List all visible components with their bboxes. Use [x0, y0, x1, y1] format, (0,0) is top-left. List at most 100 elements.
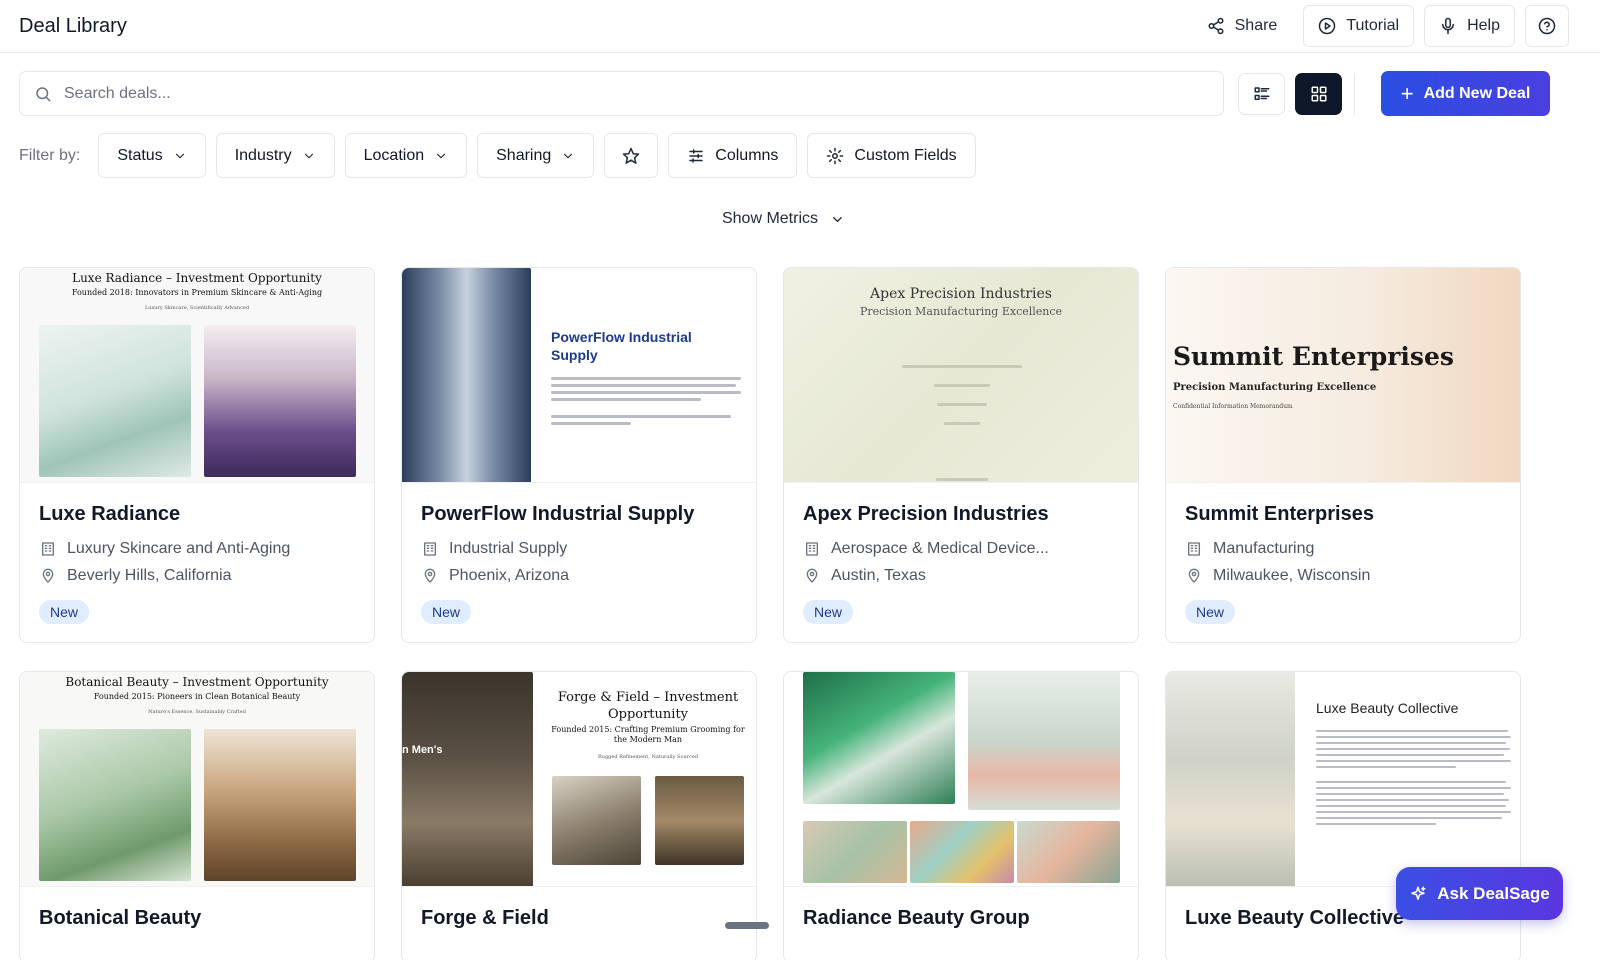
- industry-filter[interactable]: Industry: [215, 133, 335, 178]
- map-pin-icon: [39, 567, 57, 585]
- deal-location: Beverly Hills, California: [39, 567, 355, 585]
- custom-fields-button[interactable]: Custom Fields: [807, 133, 976, 178]
- question-button[interactable]: [1525, 5, 1569, 47]
- chevron-down-icon: [434, 149, 448, 163]
- share-button[interactable]: Share: [1191, 5, 1294, 47]
- bottles-image: [1166, 672, 1295, 886]
- lab-image: [39, 325, 191, 477]
- sparkle-icon: [1409, 885, 1427, 903]
- thumbnail-subtitle: Precision Manufacturing Excellence: [859, 305, 1063, 318]
- deal-name: Radiance Beauty Group: [803, 907, 1030, 929]
- thumbnail-tagline: Rugged Refinement, Naturally Sourced: [597, 754, 699, 760]
- deal-card[interactable]: Botanical Beauty – Investment Opportunit…: [19, 671, 375, 960]
- deal-thumbnail: Luxe Beauty Collective: [1166, 672, 1520, 887]
- deal-location: Austin, Texas: [803, 567, 1119, 585]
- deal-thumbnail: Luxe Radiance – Investment Opportunity F…: [20, 268, 374, 483]
- map-pin-icon: [421, 567, 439, 585]
- add-new-deal-button[interactable]: + Add New Deal: [1381, 71, 1550, 116]
- location-filter[interactable]: Location: [344, 133, 468, 178]
- sliders-icon: [687, 147, 705, 165]
- cosmetics-image: [1017, 821, 1120, 883]
- scroll-handle[interactable]: [725, 922, 769, 929]
- ask-dealsage-button[interactable]: Ask DealSage: [1396, 867, 1563, 920]
- custom-fields-label: Custom Fields: [854, 146, 957, 164]
- deal-location-text: Beverly Hills, California: [67, 567, 232, 584]
- favorites-filter-button[interactable]: [604, 133, 659, 178]
- deal-location: Phoenix, Arizona: [421, 567, 737, 585]
- thumbnail-title: PowerFlow Industrial Supply: [551, 329, 692, 363]
- add-new-deal-label: Add New Deal: [1423, 84, 1531, 102]
- search-input[interactable]: [64, 84, 1209, 103]
- building-icon: [1185, 540, 1203, 558]
- deal-card[interactable]: PowerFlow Industrial Supply PowerFlow In…: [401, 267, 757, 643]
- deal-name: Luxe Radiance: [39, 503, 181, 525]
- thumbnail-text-lines: [1316, 726, 1511, 829]
- question-circle-icon: [1538, 17, 1556, 35]
- deal-thumbnail: [784, 672, 1138, 887]
- microphone-icon: [1439, 17, 1457, 35]
- status-badge: New: [803, 600, 854, 624]
- show-metrics-toggle[interactable]: Show Metrics: [0, 210, 1568, 228]
- deal-name: Apex Precision Industries: [803, 503, 1049, 525]
- columns-button[interactable]: Columns: [668, 133, 798, 178]
- deal-industry: Luxury Skincare and Anti-Aging: [39, 540, 355, 558]
- help-button[interactable]: Help: [1424, 5, 1515, 47]
- deal-location-text: Milwaukee, Wisconsin: [1213, 567, 1371, 584]
- sharing-filter-label: Sharing: [496, 146, 552, 164]
- deal-name: Botanical Beauty: [39, 907, 202, 929]
- workshop-image: [552, 776, 641, 865]
- deal-location-text: Phoenix, Arizona: [449, 567, 570, 584]
- thumbnail-text-lines: [902, 361, 1022, 429]
- search-box[interactable]: [19, 71, 1224, 116]
- deal-card[interactable]: Radiance Beauty Group: [783, 671, 1139, 960]
- grid-view-icon: [1310, 85, 1328, 103]
- sharing-filter[interactable]: Sharing: [477, 133, 595, 178]
- thumbnail-tagline: Nature's Essence, Sustainably Crafted: [148, 709, 246, 715]
- columns-label: Columns: [715, 146, 779, 164]
- status-badge: New: [1185, 600, 1236, 624]
- top-actions: Share Tutorial Help: [1191, 5, 1569, 47]
- deal-thumbnail: PowerFlow Industrial Supply: [402, 268, 756, 483]
- building-icon: [803, 540, 821, 558]
- thumbnail-title: Luxe Beauty Collective: [1316, 700, 1459, 716]
- chevron-down-icon: [302, 149, 316, 163]
- list-view-button[interactable]: [1238, 72, 1285, 115]
- thumbnail-subtitle: Founded 2015: Pioneers in Clean Botanica…: [93, 692, 301, 701]
- thumbnail-title: Summit Enterprises: [1173, 342, 1454, 371]
- thumbnail-tagline: Luxury Skincare, Scientifically Advanced: [144, 305, 250, 311]
- warehouse-image: [402, 268, 531, 482]
- grooming-product-image: [402, 672, 533, 886]
- tutorial-button[interactable]: Tutorial: [1303, 5, 1415, 47]
- status-badge: New: [39, 600, 90, 624]
- grid-view-button[interactable]: [1295, 72, 1342, 115]
- ask-dealsage-label: Ask DealSage: [1437, 883, 1550, 903]
- chevron-down-icon: [828, 210, 846, 228]
- status-badge: New: [421, 600, 472, 624]
- building-icon: [39, 540, 57, 558]
- thumbnail-subtitle: Precision Manufacturing Excellence: [1173, 382, 1377, 393]
- status-filter[interactable]: Status: [98, 133, 206, 178]
- product-image: [204, 325, 356, 477]
- shelf-image: [204, 729, 356, 881]
- lab-image: [39, 729, 191, 881]
- deal-card[interactable]: Summit Enterprises Precision Manufacturi…: [1165, 267, 1521, 643]
- star-icon: [622, 147, 640, 165]
- deal-card[interactable]: Apex Precision Industries Precision Manu…: [783, 267, 1139, 643]
- show-metrics-label: Show Metrics: [721, 210, 819, 227]
- palette-image: [910, 821, 1014, 883]
- help-label: Help: [1467, 17, 1500, 34]
- deal-card[interactable]: n Men's Forge & Field – Investment Oppor…: [401, 671, 757, 960]
- thumbnail-title: Apex Precision Industries: [870, 286, 1052, 302]
- filter-row: Filter by: Status Industry Location Shar…: [19, 133, 976, 178]
- list-view-icon: [1253, 85, 1271, 103]
- shelf-image: [655, 776, 744, 865]
- thumbnail-date-line: [936, 478, 988, 481]
- page-title: Deal Library: [19, 14, 127, 37]
- thumbnail-subtitle: Founded 2018: Innovators in Premium Skin…: [71, 288, 323, 297]
- scientists-image: [803, 672, 955, 804]
- deal-card[interactable]: Luxe Radiance – Investment Opportunity F…: [19, 267, 375, 643]
- deal-name: Summit Enterprises: [1185, 503, 1374, 525]
- toolbar-divider: [1354, 72, 1355, 115]
- deal-location-text: Austin, Texas: [831, 567, 926, 584]
- deal-industry-text: Manufacturing: [1213, 540, 1315, 557]
